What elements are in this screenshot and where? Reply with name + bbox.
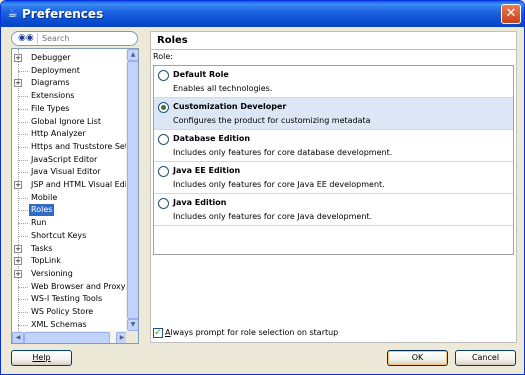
radio-button[interactable] (158, 102, 169, 113)
vertical-scroll-thumb[interactable] (127, 61, 138, 319)
tree-item-label: Global Ignore List (31, 116, 102, 126)
tree-branch-line (18, 223, 28, 225)
help-button[interactable]: Help (11, 350, 72, 366)
tree-item-label: Https and Truststore Settin (31, 141, 139, 151)
tree-item-label: Deployment (31, 65, 80, 75)
tree-branch-line (18, 172, 28, 174)
tree-branch-line (18, 312, 28, 313)
tree-item-label: WS-I Testing Tools (31, 294, 103, 304)
search-input[interactable] (42, 33, 134, 44)
roles-panel: Roles Role: Default Role Enables all tech… (150, 31, 517, 343)
scroll-up-icon[interactable]: ▲ (127, 49, 138, 61)
tree-item-label: WS Policy Store (31, 307, 94, 316)
tree-branch-line (18, 299, 28, 301)
role-description: Enables all technologies. (173, 84, 273, 93)
tree-item-label: TopLink (31, 256, 61, 266)
tree-branch-line (18, 96, 28, 98)
tree-branch-line (18, 121, 28, 123)
tree-branch-line (18, 134, 28, 136)
role-name: Customization Developer (173, 102, 287, 111)
role-name: Java Edition (173, 198, 227, 207)
tree-item-label: File Types (31, 103, 70, 113)
tree-item-label: Debugger (31, 53, 71, 62)
preferences-tree: + Debugger Deployment + Diagrams Extensions Fi… (11, 48, 139, 344)
always-prompt-label: Always prompt for role selection on star… (165, 328, 339, 337)
preferences-window: ☕ Preferences ✕ ◉◉ + Debugger Deployment + D… (0, 0, 525, 375)
tree-branch-line (18, 146, 28, 148)
tree-branch-line (18, 197, 28, 199)
role-name: Java EE Edition (173, 166, 241, 175)
tree-item-label: JavaScript Editor (31, 154, 98, 164)
role-description: Includes only features for core database… (173, 148, 393, 157)
tree-branch-line (18, 159, 28, 161)
role-option[interactable]: Database Edition Includes only features f… (154, 130, 513, 162)
tree-item-label: Run (31, 218, 47, 228)
role-label: Role: (153, 52, 173, 61)
expand-icon[interactable]: + (14, 244, 22, 253)
expand-icon[interactable]: + (14, 269, 22, 278)
horizontal-scrollbar[interactable]: ◀ ▶ (12, 331, 128, 343)
radio-dot-icon (161, 105, 166, 110)
role-description: Includes only features for core Java dev… (173, 212, 373, 221)
tree-branch-line (18, 108, 28, 110)
checkbox-icon[interactable]: ✓ (153, 328, 163, 338)
role-option[interactable]: Java EE Edition Includes only features fo… (154, 162, 513, 194)
page-title: Roles (157, 35, 188, 46)
cancel-button[interactable]: Cancel (455, 350, 516, 366)
scroll-left-icon[interactable]: ◀ (12, 332, 24, 343)
window-title: Preferences (22, 7, 104, 21)
role-description: Configures the product for customizing m… (173, 116, 371, 125)
vertical-scrollbar[interactable]: ▲ ▼ (126, 49, 138, 331)
tree-branch-line (18, 286, 28, 288)
role-name: Default Role (173, 70, 229, 79)
tree-item-label: JSP and HTML Visual Editor (31, 180, 139, 189)
ok-button[interactable]: OK (387, 350, 448, 366)
tree-item-label: Shortcut Keys (31, 230, 87, 240)
tree-branch-line (18, 235, 28, 237)
expand-icon[interactable]: + (14, 79, 22, 88)
tree-item-label: Tasks (31, 243, 53, 253)
tree-branch-line (18, 70, 28, 72)
tree-item-label: Diagrams (31, 78, 70, 88)
title-bar[interactable]: ☕ Preferences ✕ (1, 1, 524, 27)
tree-guide-line (18, 49, 19, 339)
search-field[interactable]: ◉◉ (11, 31, 138, 46)
tree-item-label: Web Browser and Proxy (31, 281, 126, 291)
tree-branch-line (18, 324, 28, 326)
app-icon: ☕ (7, 7, 18, 20)
tree-item-label: Roles (29, 204, 55, 217)
horizontal-scroll-thumb[interactable] (24, 332, 110, 343)
expand-icon[interactable]: + (14, 54, 22, 62)
radio-button[interactable] (158, 198, 169, 209)
role-option[interactable]: Customization Developer Configures the pr… (154, 98, 513, 130)
role-option[interactable]: Java Edition Includes only features for c… (154, 194, 513, 226)
radio-button[interactable] (158, 134, 169, 145)
tree-item-label: Versioning (31, 268, 73, 278)
tree-item-label: XML Schemas (31, 319, 87, 329)
role-name: Database Edition (173, 134, 251, 143)
radio-button[interactable] (158, 166, 169, 177)
tree-branch-line (18, 210, 28, 212)
tree-item-label: Extensions (31, 91, 75, 101)
scroll-corner (126, 331, 138, 343)
role-option[interactable]: Default Role Enables all technologies. (154, 66, 513, 98)
tree-item-label: Http Analyzer (31, 129, 86, 139)
tree-item-label: Java Visual Editor (31, 167, 101, 177)
scroll-down-icon[interactable]: ▼ (127, 319, 138, 331)
binoculars-icon: ◉◉ (18, 33, 34, 43)
radio-button[interactable] (158, 70, 169, 81)
close-icon[interactable]: ✕ (501, 4, 521, 24)
role-description: Includes only features for core Java EE … (173, 180, 385, 189)
expand-icon[interactable]: + (14, 257, 22, 266)
search-separator (37, 33, 38, 44)
expand-icon[interactable]: + (14, 181, 22, 189)
title-divider (151, 49, 516, 50)
tree-item-label: Mobile (31, 192, 58, 202)
role-list: Default Role Enables all technologies. Cus… (153, 65, 514, 255)
